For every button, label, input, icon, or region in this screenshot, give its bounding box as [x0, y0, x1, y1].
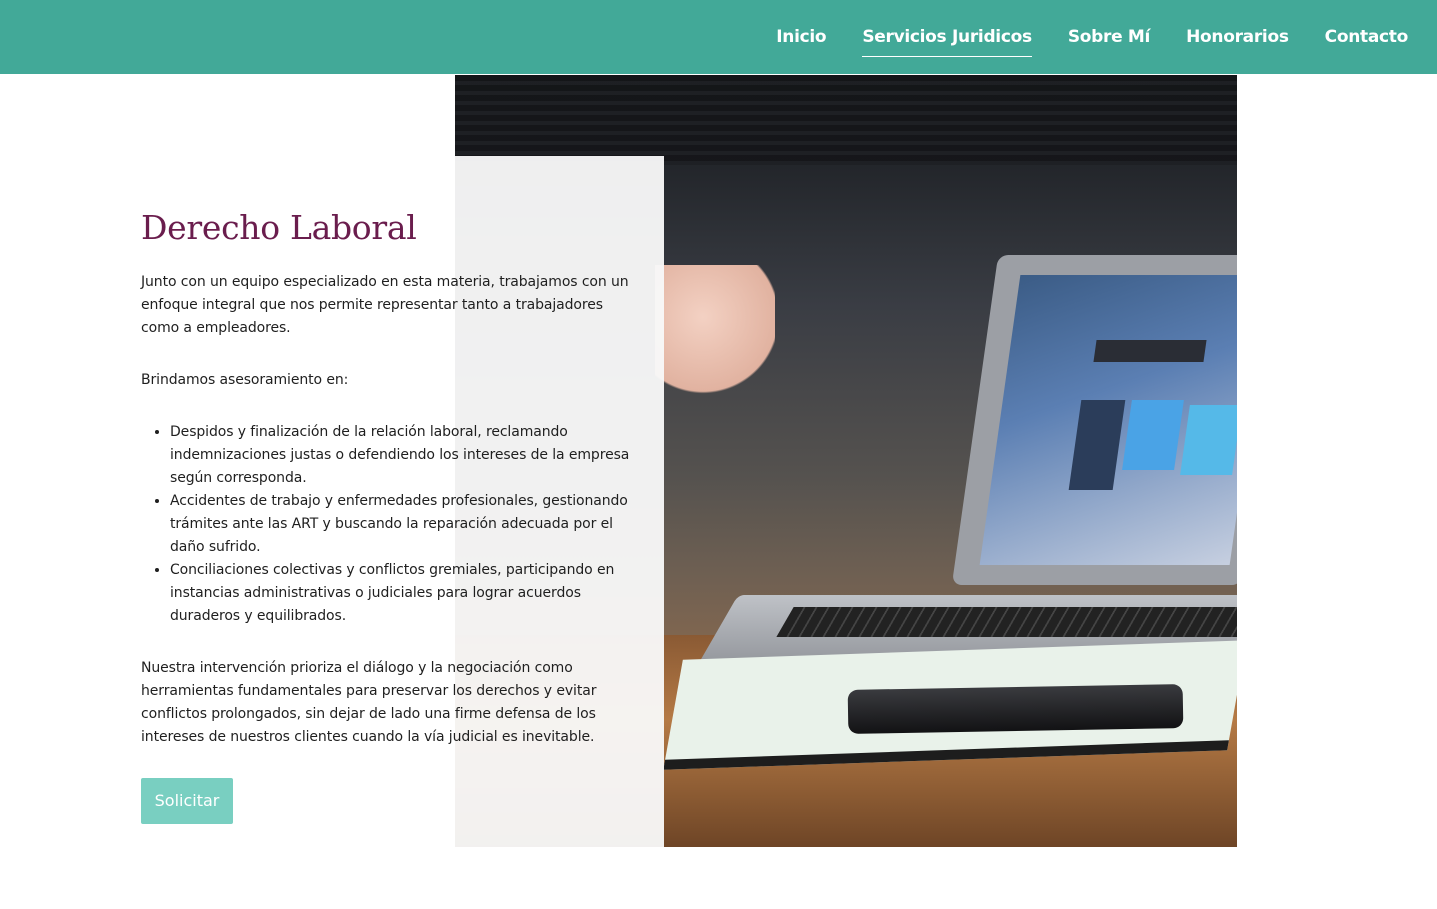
hero-keys — [776, 607, 1237, 637]
hero-hand — [655, 265, 775, 395]
list-item: Accidentes de trabajo y enfermedades pro… — [170, 490, 641, 559]
service-section: Derecho Laboral Junto con un equipo espe… — [141, 205, 641, 824]
nav-item-honorarios[interactable]: Honorarios — [1186, 27, 1289, 47]
hero-screen-tile — [1180, 405, 1237, 475]
solicitar-button[interactable]: Solicitar — [141, 778, 233, 824]
services-list: Despidos y finalización de la relación l… — [141, 421, 641, 628]
nav-item-contacto[interactable]: Contacto — [1325, 27, 1409, 47]
closing-paragraph: Nuestra intervención prioriza el diálogo… — [141, 660, 597, 745]
list-item: Conciliaciones colectivas y conflictos g… — [170, 559, 641, 628]
hero-screen-bar — [1093, 340, 1207, 362]
nav-item-inicio[interactable]: Inicio — [776, 27, 826, 47]
page-title: Derecho Laboral — [141, 208, 417, 247]
list-item: Despidos y finalización de la relación l… — [170, 421, 641, 490]
nav-item-sobre-mi[interactable]: Sobre Mí — [1068, 27, 1151, 47]
hero-phone — [847, 684, 1184, 734]
site-header: Inicio Servicios Juridicos Sobre Mí Hono… — [0, 0, 1437, 74]
hero-screen-tile — [1122, 400, 1184, 470]
hero-blinds — [455, 75, 1237, 165]
services-heading: Brindamos asesoramiento en: — [141, 372, 349, 388]
intro-paragraph: Junto con un equipo especializado en est… — [141, 274, 629, 336]
main-nav: Inicio Servicios Juridicos Sobre Mí Hono… — [740, 0, 1408, 74]
nav-item-servicios-juridicos[interactable]: Servicios Juridicos — [862, 27, 1032, 57]
